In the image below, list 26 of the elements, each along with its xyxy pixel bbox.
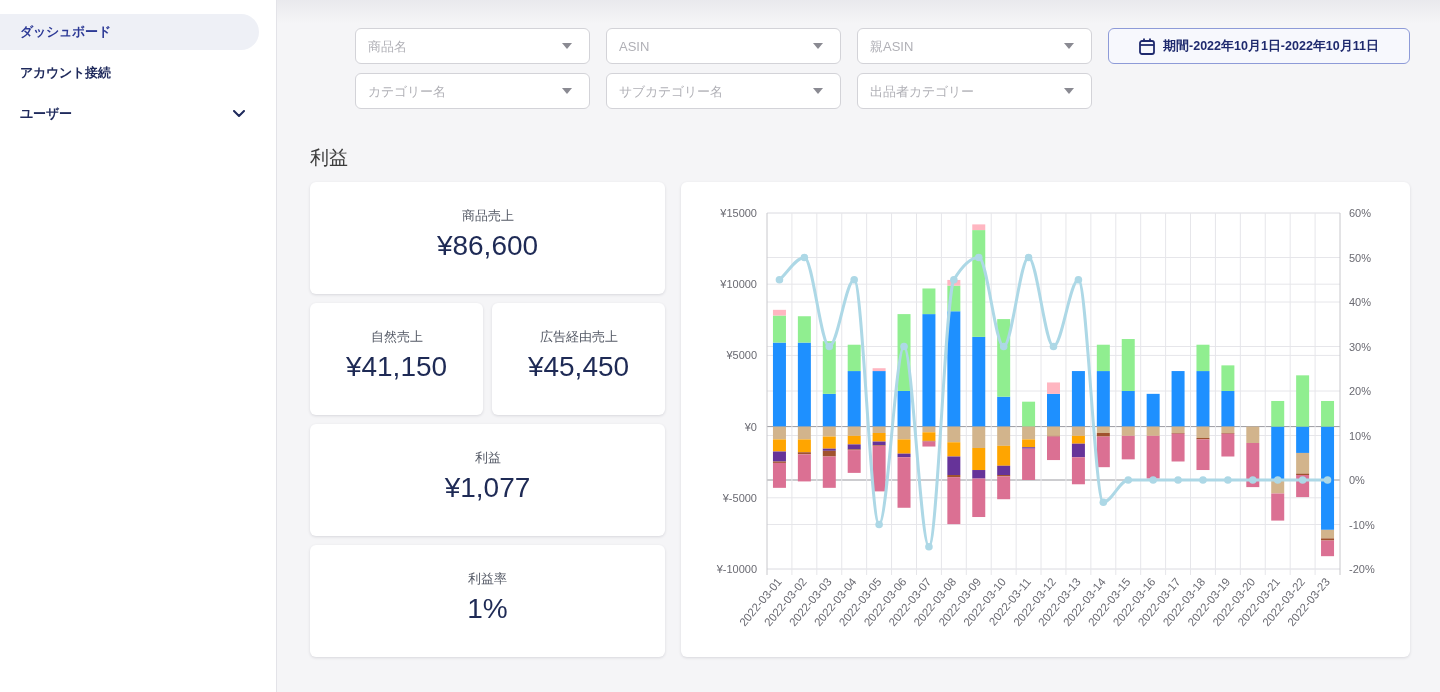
- metric-label: 広告経由売上: [539, 328, 618, 346]
- metric-value: ¥41,150: [345, 350, 448, 384]
- metric-label: 商品売上: [461, 207, 514, 225]
- y-axis-label: -20%: [1349, 563, 1375, 575]
- y-axis-label: 50%: [1349, 251, 1372, 264]
- y-axis-label: ¥0: [744, 420, 757, 433]
- y-axis-label: ¥-5000: [722, 491, 757, 504]
- y-axis-label: 40%: [1349, 296, 1372, 308]
- metric-value: ¥1,077: [444, 471, 531, 505]
- y-axis-label: 20%: [1349, 385, 1372, 397]
- y-axis-label: ¥10000: [720, 278, 757, 291]
- y-axis-label: 0%: [1349, 474, 1365, 486]
- y-axis-label: 10%: [1349, 429, 1372, 442]
- y-axis-label: ¥-10000: [716, 563, 757, 575]
- metric-value: 1%: [467, 592, 508, 626]
- section-title: 利益: [310, 146, 349, 170]
- metric-label: 自然売上: [370, 328, 423, 346]
- metric-label: 利益: [474, 449, 501, 467]
- y-axis-label: 30%: [1349, 340, 1372, 353]
- y-axis-label: ¥15000: [720, 207, 757, 219]
- y-axis-label: 60%: [1349, 207, 1372, 219]
- metric-value: ¥45,450: [527, 350, 630, 384]
- y-axis-label: -10%: [1349, 518, 1375, 531]
- y-axis-label: ¥5000: [726, 349, 757, 362]
- metric-value: ¥86,600: [436, 229, 539, 263]
- metric-label: 利益率: [468, 570, 507, 588]
